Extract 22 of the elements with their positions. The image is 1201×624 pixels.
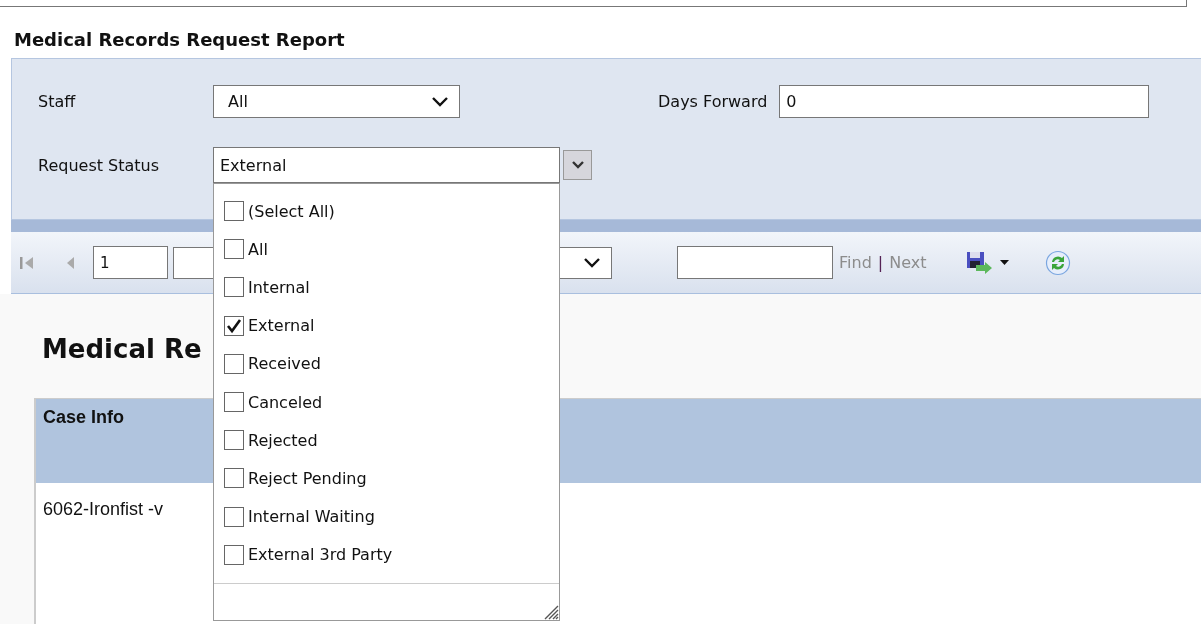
request-status-field[interactable]: External xyxy=(213,147,560,183)
request-status-label: Request Status xyxy=(38,155,161,175)
option-label[interactable]: Internal xyxy=(248,277,310,297)
report-title: Medical Records Request Report xyxy=(13,28,346,52)
option-label[interactable]: Reject Pending xyxy=(248,468,367,488)
option-label[interactable]: Received xyxy=(248,354,321,374)
column-header: Case Info xyxy=(43,407,125,427)
option-label[interactable]: Rejected xyxy=(248,430,318,450)
staff-dropdown[interactable]: All xyxy=(213,85,460,118)
option-label[interactable]: External 3rd Party xyxy=(248,545,393,565)
option-label[interactable]: (Select All) xyxy=(248,201,335,221)
days-forward-label: Days Forward xyxy=(658,92,768,111)
page-number-field[interactable]: 1 xyxy=(93,246,168,279)
option-label[interactable]: External xyxy=(248,316,315,336)
link-separator: | xyxy=(877,253,884,272)
option-label[interactable]: Internal Waiting xyxy=(248,507,375,527)
report-heading: Medical Re xyxy=(42,334,202,364)
option-label[interactable]: All xyxy=(248,239,268,259)
option-label[interactable]: Canceled xyxy=(248,392,323,412)
days-forward-field[interactable]: 0 xyxy=(779,85,1150,118)
table-cell: 6062-Ironfist -v xyxy=(43,499,164,519)
staff-label: Staff xyxy=(38,92,77,111)
